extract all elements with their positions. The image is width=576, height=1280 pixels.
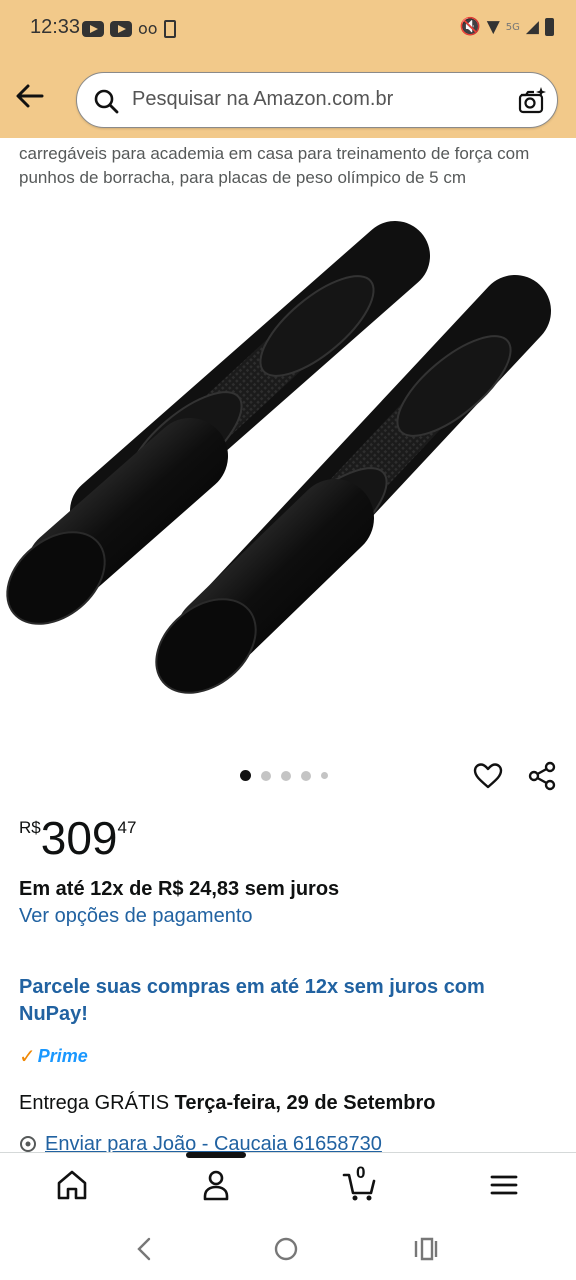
product-image[interactable] — [0, 206, 576, 736]
mute-icon: 🔇 — [459, 17, 481, 37]
system-recents-icon[interactable] — [410, 1234, 440, 1264]
voicemail-icon: oo — [138, 19, 158, 38]
carousel-dot[interactable] — [261, 770, 271, 781]
system-status-icons: 🔇 ▼ 5G ◢ — [460, 17, 554, 37]
price-whole: 309 — [40, 812, 118, 864]
system-back-icon[interactable] — [130, 1234, 160, 1264]
status-bar: 12:33 oo 🔇 ▼ 5G ◢ — [0, 0, 576, 58]
back-arrow-icon[interactable] — [14, 82, 46, 110]
image-carousel-dots[interactable] — [240, 770, 328, 781]
location-pin-icon — [20, 1136, 36, 1152]
nupay-promo-link[interactable]: Parcele suas compras em até 12x sem juro… — [19, 974, 539, 1028]
prime-label: Prime — [37, 1046, 88, 1066]
menu-icon[interactable] — [486, 1167, 522, 1203]
prime-check-icon: ✓ — [19, 1046, 36, 1068]
prime-badge: ✓ Prime — [19, 1044, 88, 1069]
notification-icons: oo — [82, 19, 176, 38]
search-header: Pesquisar na Amazon.com.br — [0, 58, 576, 138]
share-icon[interactable] — [526, 760, 558, 792]
network-type: 5G — [505, 21, 520, 33]
product-price: R$ 309 47 — [19, 812, 136, 864]
dumbbell-handle-2 — [155, 275, 551, 694]
delivery-date: Terça-feira, 29 de Setembro — [174, 1092, 436, 1114]
wishlist-heart-icon[interactable] — [472, 760, 504, 792]
price-currency: R$ — [19, 818, 41, 837]
installments-info: Em até 12x de R$ 24,83 sem juros — [19, 878, 340, 900]
status-time: 12:33 — [30, 16, 81, 38]
delivery-info: Entrega GRÁTIS Terça-feira, 29 de Setemb… — [19, 1092, 435, 1115]
youtube-notification-icon-2 — [110, 20, 132, 37]
battery-icon — [545, 18, 554, 36]
bottom-nav: 0 — [0, 1152, 576, 1221]
ship-to-text: Enviar para João - Caucaia 61658730 — [45, 1135, 382, 1153]
cart-count: 0 — [356, 1163, 366, 1182]
search-placeholder: Pesquisar na Amazon.com.br — [132, 88, 394, 110]
search-icon — [94, 89, 119, 114]
search-input[interactable]: Pesquisar na Amazon.com.br — [76, 72, 558, 128]
carousel-dot[interactable] — [281, 770, 291, 781]
carousel-dot[interactable] — [301, 770, 311, 781]
signal-icon: ◢ — [525, 17, 539, 37]
delivery-prefix: Entrega GRÁTIS — [19, 1092, 170, 1114]
carousel-dot[interactable] — [321, 772, 328, 779]
camera-search-icon[interactable] — [517, 86, 547, 116]
carousel-dot[interactable] — [240, 770, 251, 781]
battery-saver-icon — [163, 19, 176, 38]
system-home-icon[interactable] — [271, 1234, 301, 1264]
dumbbell-handle-1 — [6, 221, 430, 625]
product-title: carregáveis para academia em casa para t… — [19, 144, 530, 187]
ship-to-link[interactable]: Enviar para João - Caucaia 61658730 — [19, 1135, 382, 1153]
price-cents: 47 — [117, 818, 137, 837]
system-nav-bar — [0, 1220, 576, 1280]
active-tab-indicator — [186, 1152, 246, 1158]
home-icon[interactable] — [54, 1167, 90, 1203]
youtube-notification-icon — [82, 20, 104, 37]
cart-button[interactable]: 0 — [342, 1163, 378, 1203]
payment-options-link[interactable]: Ver opções de pagamento — [19, 905, 253, 928]
wifi-icon: ▼ — [486, 17, 500, 37]
account-icon[interactable] — [198, 1167, 234, 1203]
